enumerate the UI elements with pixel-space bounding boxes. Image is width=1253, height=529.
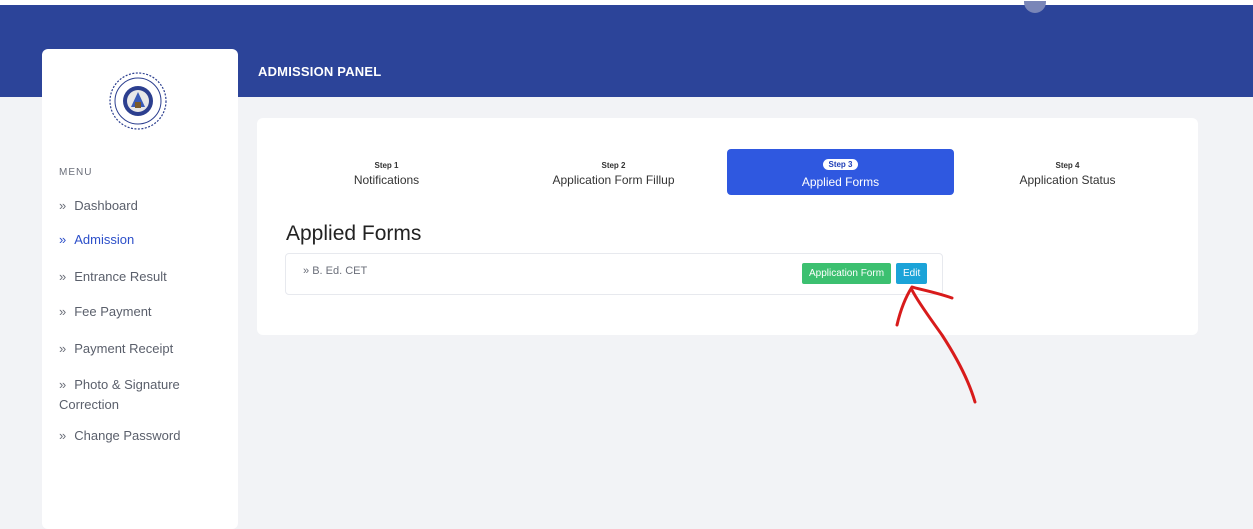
sidebar-item-entrance-result[interactable]: » Entrance Result — [59, 267, 229, 287]
double-chevron-right-icon: » — [59, 341, 67, 356]
form-name: » B. Ed. CET — [303, 265, 368, 277]
sidebar: MENU » Dashboard » Admission » Entrance Res… — [42, 49, 238, 529]
sidebar-item-payment-receipt[interactable]: » Payment Receipt — [59, 339, 229, 359]
step-applied-forms[interactable]: Step 3 Applied Forms — [727, 149, 954, 195]
sidebar-item-label: Admission — [74, 232, 135, 247]
page-title: ADMISSION PANEL — [258, 64, 382, 79]
section-title: Applied Forms — [286, 222, 422, 245]
step-number: Step 1 — [374, 161, 399, 170]
step-number: Step 4 — [1055, 161, 1080, 170]
sidebar-item-photo-signature[interactable]: » Photo & Signature Correction — [59, 375, 229, 415]
step-title: Notifications — [353, 173, 420, 187]
step-application-form-fillup[interactable]: Step 2 Application Form Fillup — [500, 149, 727, 195]
sidebar-item-dashboard[interactable]: » Dashboard — [59, 196, 229, 216]
sidebar-item-label: Dashboard — [74, 198, 138, 213]
sidebar-item-admission[interactable]: » Admission — [59, 230, 229, 250]
sidebar-item-label: Photo & Signature — [74, 377, 180, 392]
double-chevron-right-icon: » — [59, 198, 67, 213]
sidebar-item-label: Change Password — [74, 428, 181, 443]
step-notifications[interactable]: Step 1 Notifications — [273, 149, 500, 195]
avatar[interactable] — [1024, 1, 1046, 13]
step-application-status[interactable]: Step 4 Application Status — [954, 149, 1181, 195]
sidebar-item-fee-payment[interactable]: » Fee Payment — [59, 302, 229, 322]
double-chevron-right-icon: » — [59, 269, 67, 284]
double-chevron-right-icon: » — [59, 304, 67, 319]
edit-button[interactable]: Edit — [896, 263, 928, 284]
step-number: Step 3 — [823, 159, 858, 170]
sidebar-item-change-password[interactable]: » Change Password — [59, 426, 229, 446]
sidebar-item-label: Fee Payment — [74, 304, 152, 319]
double-chevron-right-icon: » — [59, 428, 67, 443]
step-title: Application Status — [1019, 173, 1116, 187]
step-title: Applied Forms — [801, 175, 880, 189]
step-number: Step 2 — [601, 161, 626, 170]
university-logo — [109, 72, 167, 130]
sidebar-item-label: Entrance Result — [74, 269, 167, 284]
double-chevron-right-icon: » — [303, 265, 310, 277]
applied-forms-card: Step 1 Notifications Step 2 Application … — [257, 118, 1198, 335]
double-chevron-right-icon: » — [59, 232, 67, 247]
application-form-button[interactable]: Application Form — [802, 263, 892, 284]
list-item: » B. Ed. CET Application Form Edit — [285, 253, 943, 295]
sidebar-item-label: Payment Receipt — [74, 341, 174, 356]
double-chevron-right-icon: » — [59, 377, 67, 392]
menu-label: MENU — [59, 167, 93, 178]
sidebar-item-label-continuation: Correction — [59, 397, 119, 412]
step-title: Application Form Fillup — [552, 173, 675, 187]
